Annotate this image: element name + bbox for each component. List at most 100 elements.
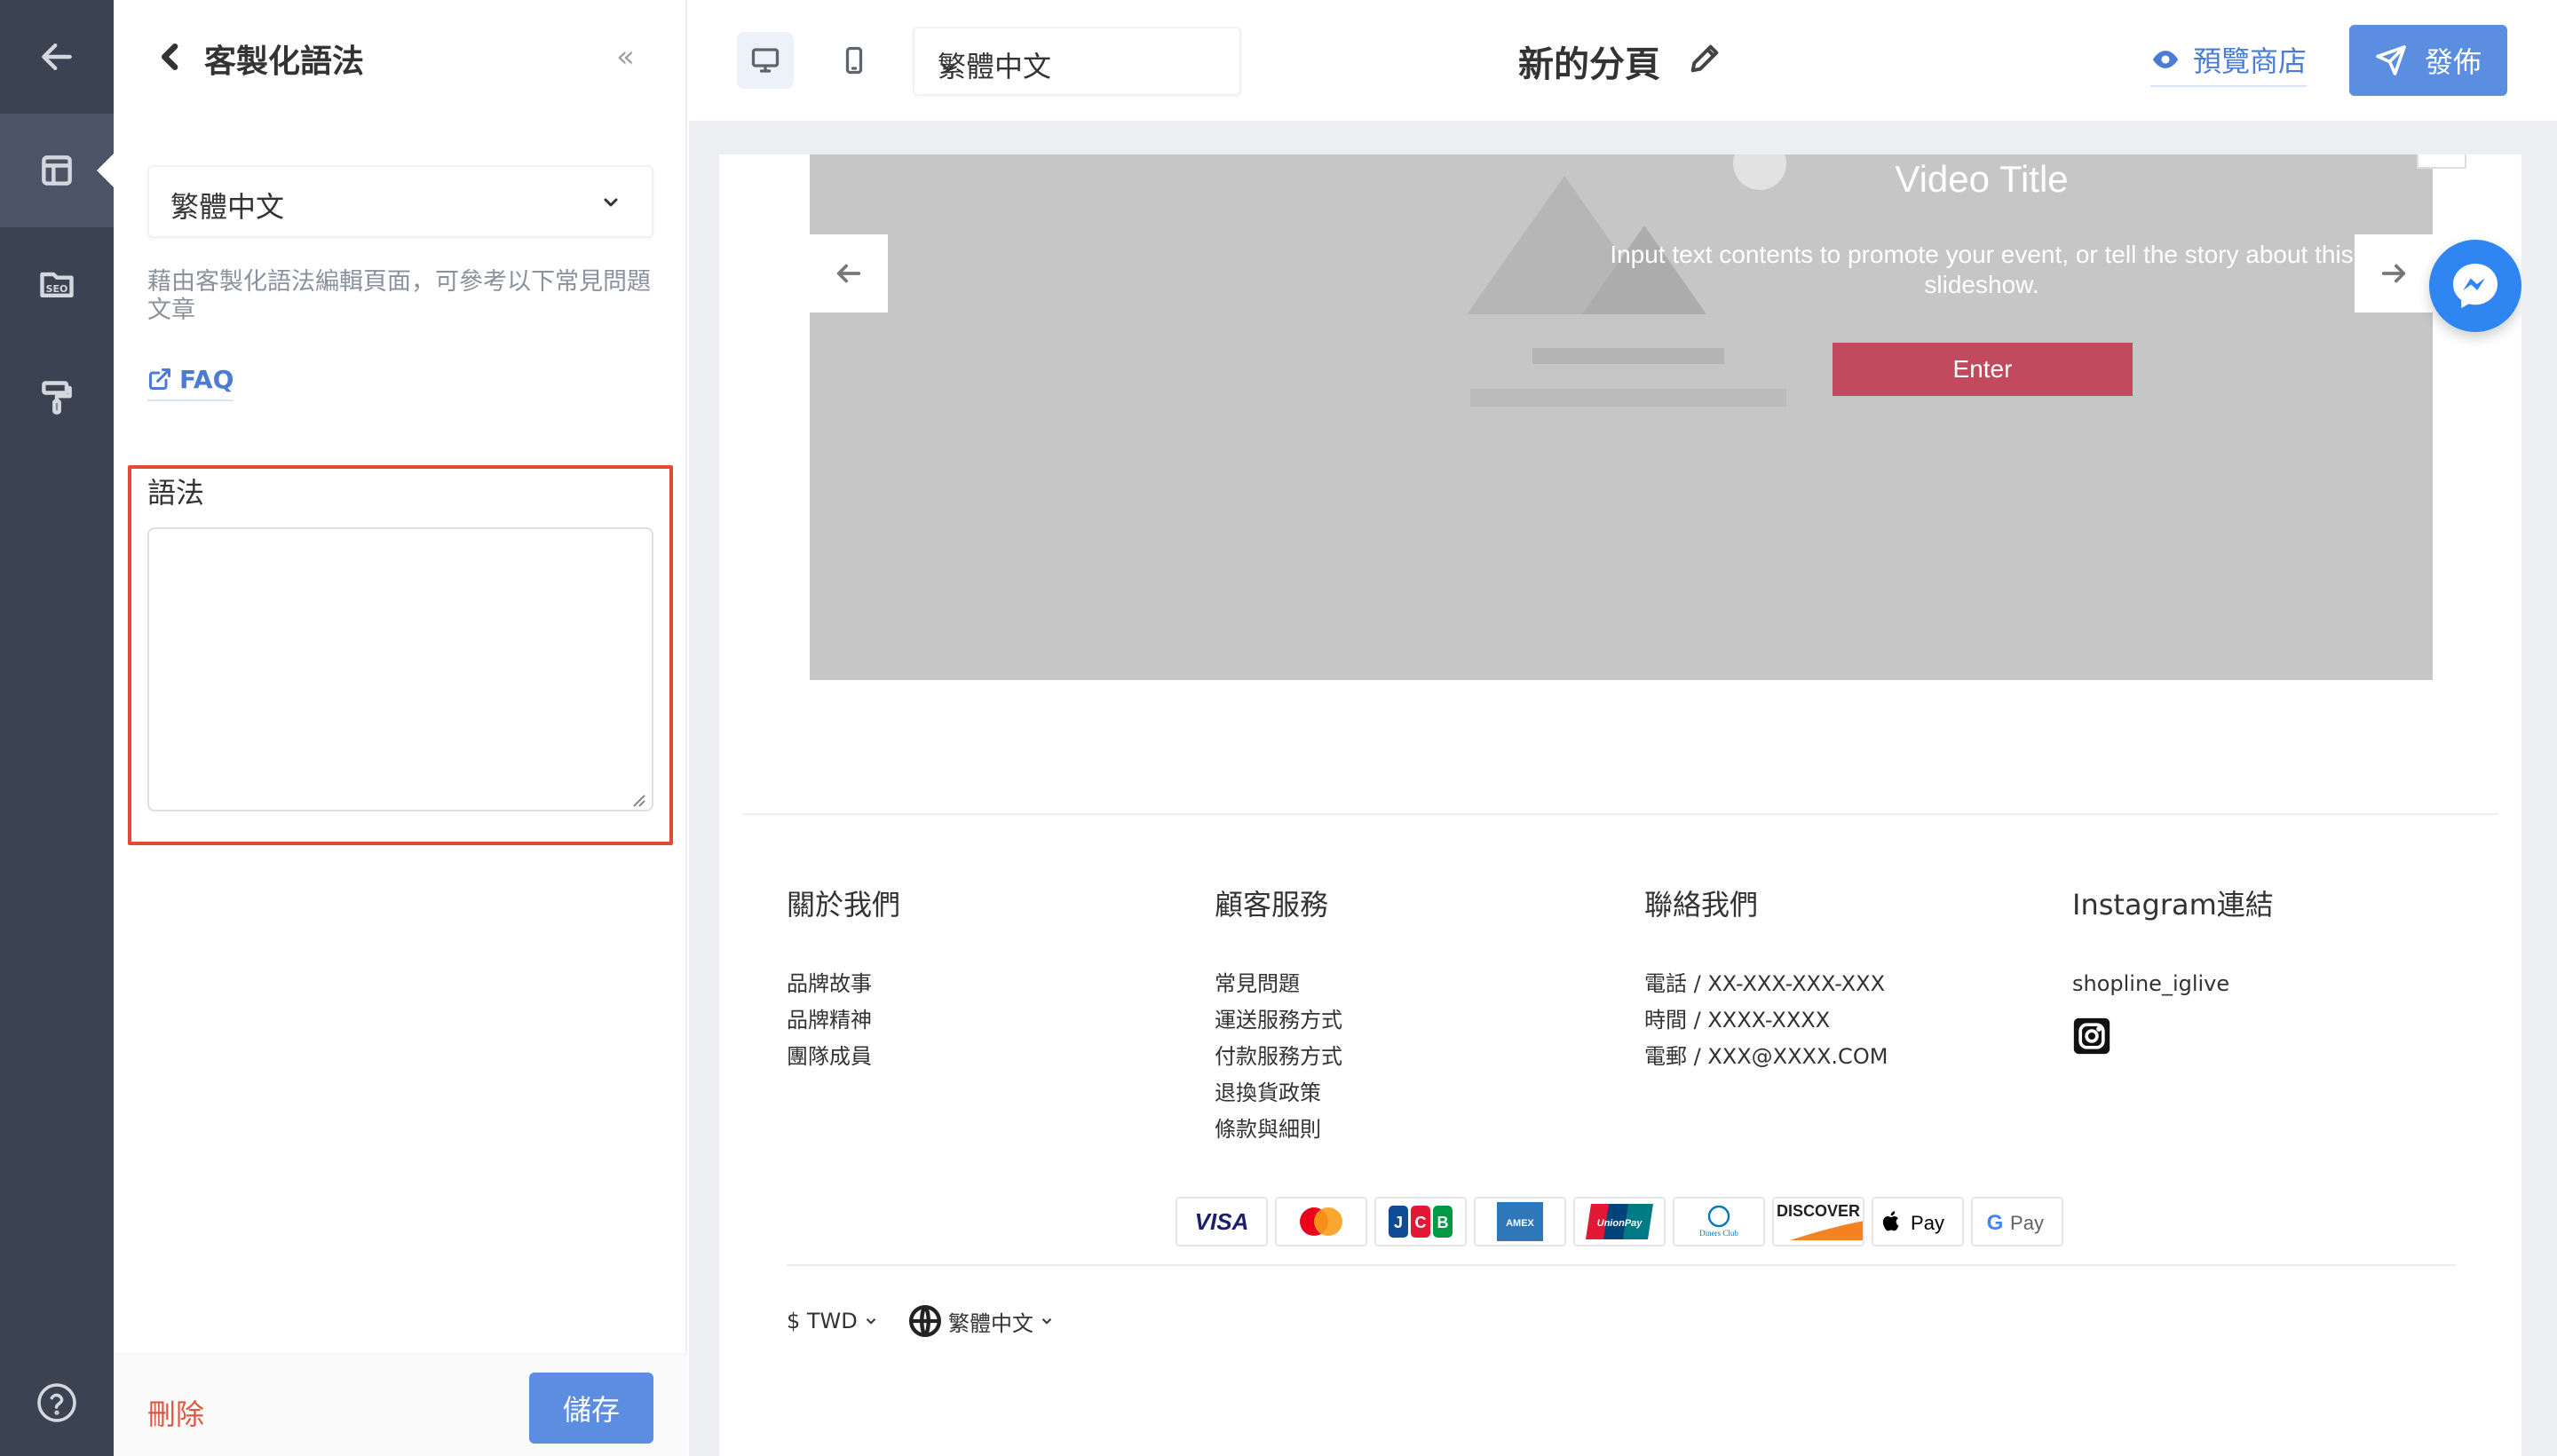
instagram-handle[interactable]: shopline_iglive: [2072, 966, 2274, 1002]
footer-link[interactable]: 條款與細則: [1215, 1112, 1342, 1148]
google-pay-icon: G Pay: [1971, 1197, 2063, 1246]
resize-handle-icon[interactable]: [629, 790, 646, 808]
faq-link[interactable]: FAQ: [147, 362, 234, 401]
footer-link[interactable]: 常見問題: [1215, 966, 1342, 1002]
arrow-right-icon: [2381, 264, 2406, 283]
publish-button[interactable]: 發佈: [2349, 25, 2507, 96]
amex-icon: AMEX: [1474, 1197, 1566, 1246]
svg-text:J: J: [1394, 1214, 1403, 1231]
footer-contact-item: 電話 / XX-XXX-XXX-XXX: [1644, 971, 1886, 996]
nav-seo-button[interactable]: SEO: [0, 227, 114, 341]
nav-design-button[interactable]: [0, 341, 114, 455]
panel-language-value: 繁體中文: [170, 190, 285, 224]
currency-selector[interactable]: $ TWD: [787, 1309, 879, 1333]
footer-language-label: 繁體中文: [948, 1310, 1033, 1336]
visa-icon: VISA: [1176, 1197, 1268, 1246]
left-nav: SEO: [0, 0, 115, 1456]
footer-link[interactable]: 品牌精神: [787, 1002, 900, 1039]
delete-button[interactable]: 刪除: [147, 1392, 204, 1433]
help-button[interactable]: [36, 1381, 78, 1424]
footer-link[interactable]: 付款服務方式: [1215, 1039, 1342, 1075]
footer-heading: 聯絡我們: [1644, 888, 1759, 922]
slide-description: Input text contents to promote your even…: [1610, 241, 2354, 298]
footer-link[interactable]: 運送服務方式: [1215, 1002, 1342, 1039]
svg-text:Pay: Pay: [1911, 1212, 1944, 1234]
top-toolbar: 繁體中文 新的分頁 預覽商店 發佈: [689, 0, 2557, 121]
slide-next-button[interactable]: [2355, 234, 2433, 313]
faq-label: FAQ: [179, 364, 234, 394]
layout-icon: [42, 155, 72, 186]
toolbar-language-select[interactable]: 繁體中文: [913, 27, 1241, 96]
preview-label: 預覽商店: [2193, 44, 2308, 78]
mobile-icon: [845, 46, 863, 75]
apple-pay-icon: Pay: [1872, 1197, 1964, 1246]
footer-contact-item: 時間 / XXXX-XXXX: [1644, 1008, 1831, 1033]
slide-title: Video Title: [1895, 158, 2069, 200]
edit-title-button[interactable]: [1687, 41, 1722, 76]
chevron-left-icon: [162, 44, 178, 70]
footer-link[interactable]: 團隊成員: [787, 1039, 900, 1075]
desktop-view-button[interactable]: [737, 32, 794, 89]
arrow-left-icon: [42, 43, 72, 71]
footer-link[interactable]: 退換貨政策: [1215, 1075, 1342, 1112]
footer-column-contact: 聯絡我們 電話 / XX-XXX-XXX-XXX 時間 / XXXX-XXXX …: [1644, 882, 1888, 1075]
instagram-icon[interactable]: [2072, 1017, 2111, 1056]
slide-enter-button[interactable]: Enter: [1833, 343, 2133, 396]
messenger-icon: [2453, 264, 2498, 308]
footer-contact-item: 電郵 / XXX@XXXX.COM: [1644, 1044, 1888, 1069]
collapse-panel-icon[interactable]: «: [616, 41, 635, 73]
syntax-label: 語法: [147, 476, 205, 510]
arrow-left-icon: [836, 264, 861, 283]
payment-methods: VISA J C B AMEX UnionPay Diners Club DIS…: [1176, 1197, 2063, 1246]
preview-page: Video Title Input text contents to promo…: [719, 154, 2521, 1456]
syntax-textarea[interactable]: [147, 527, 653, 811]
preview-store-link[interactable]: 預覽商店: [2150, 39, 2308, 87]
external-link-icon: [148, 368, 171, 391]
footer-language-selector[interactable]: 繁體中文: [907, 1303, 1055, 1339]
footer-heading: 顧客服務: [1215, 888, 1329, 922]
currency-label: $ TWD: [787, 1309, 858, 1333]
mobile-view-button[interactable]: [826, 32, 883, 89]
footer-column-service: 顧客服務 常見問題 運送服務方式 付款服務方式 退換貨政策 條款與細則: [1215, 882, 1342, 1148]
panel-title: 客製化語法: [204, 44, 365, 80]
svg-text:SEO: SEO: [46, 283, 68, 295]
footer-heading: Instagram連結: [2072, 888, 2274, 922]
svg-text:Pay: Pay: [2010, 1212, 2044, 1234]
panel-language-select[interactable]: 繁體中文: [147, 165, 653, 238]
help-icon: [37, 1383, 76, 1422]
footer-column-about: 關於我們 品牌故事 品牌精神 團隊成員: [787, 882, 900, 1075]
paint-roller-icon: [42, 381, 72, 415]
publish-label: 發佈: [2424, 45, 2482, 79]
svg-text:UnionPay: UnionPay: [1597, 1218, 1643, 1229]
page-title: 新的分頁: [1518, 44, 1660, 85]
discover-icon: DISCOVER: [1772, 1197, 1864, 1246]
nav-back-button[interactable]: [0, 0, 114, 114]
slideshow-section[interactable]: Video Title Input text contents to promo…: [810, 154, 2466, 680]
send-icon: [2376, 45, 2406, 75]
diners-club-icon: Diners Club: [1673, 1197, 1765, 1246]
slide-prev-button[interactable]: [810, 234, 888, 313]
globe-icon: [909, 1305, 941, 1337]
panel-back-button[interactable]: [153, 39, 188, 75]
editor-canvas: Video Title Input text contents to promo…: [689, 121, 2557, 1456]
unionpay-icon: UnionPay: [1573, 1197, 1666, 1246]
footer-heading: 關於我們: [787, 888, 901, 922]
footer-column-instagram: Instagram連結 shopline_iglive: [2072, 882, 2274, 1059]
pencil-icon: [1690, 44, 1719, 73]
footer-link[interactable]: 品牌故事: [787, 966, 900, 1002]
chevron-down-icon: [1041, 1318, 1052, 1325]
svg-text:B: B: [1437, 1214, 1449, 1231]
chevron-down-icon: [938, 51, 959, 73]
nav-layout-button[interactable]: [0, 114, 115, 227]
help-text: 藉由客製化語法編輯頁面，可參考以下常見問題文章: [147, 268, 651, 324]
mastercard-icon: [1275, 1197, 1367, 1246]
footer-divider: [742, 813, 2498, 815]
panel-footer: 刪除 儲存: [114, 1353, 687, 1456]
desktop-icon: [751, 48, 780, 73]
chevron-down-icon: [600, 192, 621, 213]
slideshow-tab[interactable]: [2417, 154, 2466, 169]
chevron-down-icon: [866, 1318, 875, 1325]
save-button[interactable]: 儲存: [529, 1373, 653, 1444]
messenger-button[interactable]: [2429, 240, 2521, 332]
seo-icon: SEO: [40, 272, 74, 298]
